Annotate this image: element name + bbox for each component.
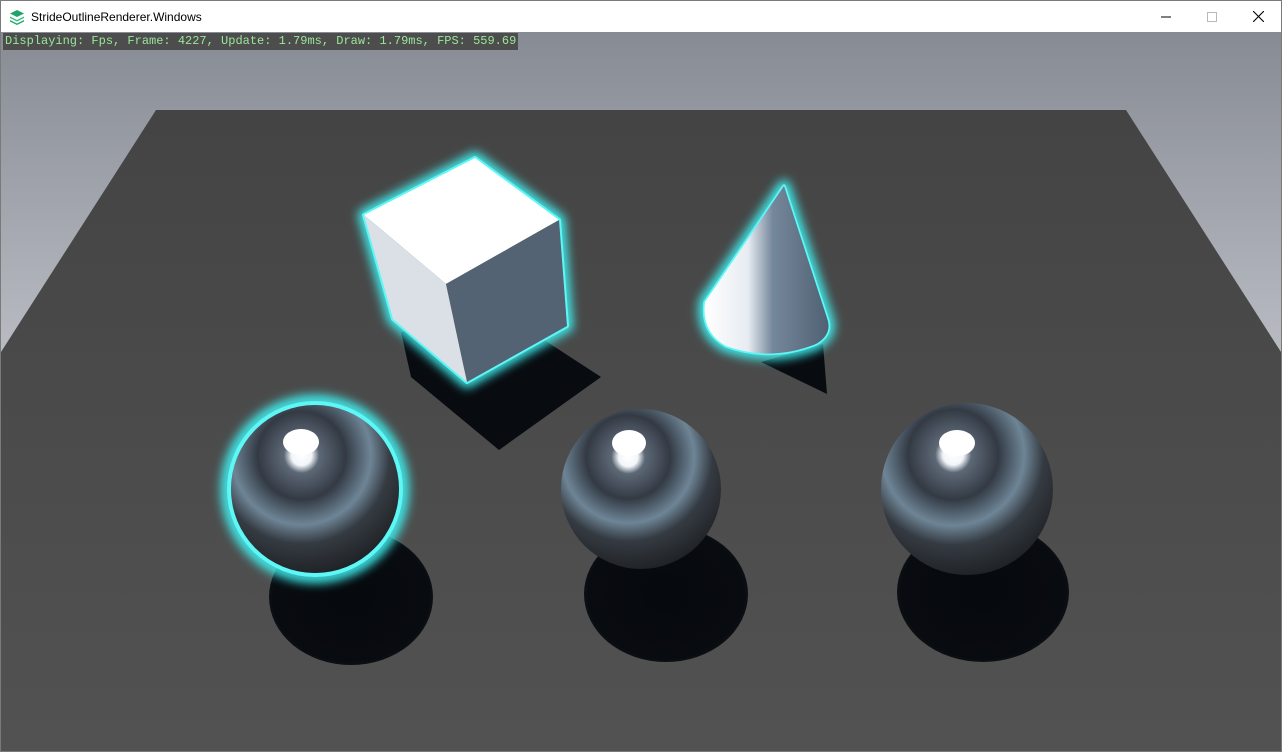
sphere-middle-highlight (612, 430, 646, 456)
maximize-icon (1207, 11, 1217, 22)
profiler-overlay: Displaying: Fps, Frame: 4227, Update: 1.… (3, 33, 519, 50)
sphere-left-highlight (283, 429, 319, 455)
close-button[interactable] (1235, 1, 1281, 32)
render-viewport[interactable]: Displaying: Fps, Frame: 4227, Update: 1.… (1, 32, 1281, 751)
title-bar[interactable]: StrideOutlineRenderer.Windows (1, 1, 1281, 32)
close-icon (1252, 11, 1264, 22)
window-controls (1143, 1, 1281, 32)
sphere-right (881, 403, 1053, 575)
minimize-icon (1161, 16, 1171, 17)
window-title: StrideOutlineRenderer.Windows (31, 9, 202, 24)
stride-logo-icon (10, 9, 24, 25)
app-window: StrideOutlineRenderer.Windows Displaying… (0, 0, 1282, 752)
minimize-button[interactable] (1143, 1, 1189, 32)
sphere-left (231, 405, 399, 573)
sphere-middle (561, 409, 721, 569)
maximize-button[interactable] (1189, 1, 1235, 32)
sphere-right-highlight (939, 430, 975, 456)
scene-canvas (1, 32, 1281, 751)
